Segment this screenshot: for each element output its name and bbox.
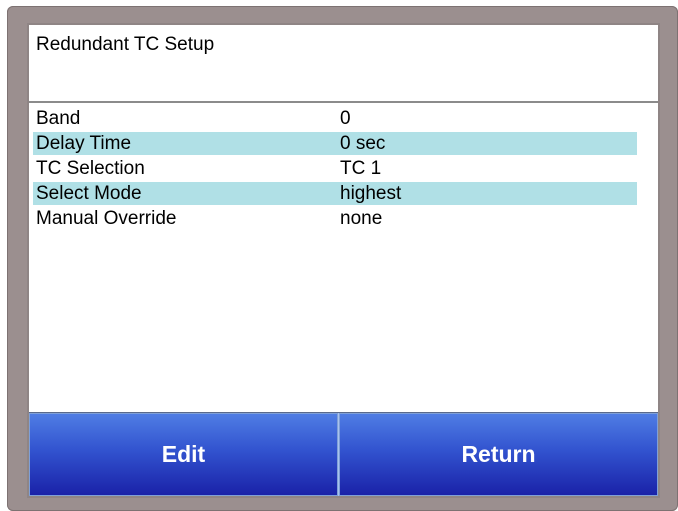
settings-list: Band 0 Delay Time 0 sec TC Selection TC … [29,105,658,412]
setting-row-manual-override[interactable]: Manual Override none [33,207,637,230]
title-panel: Redundant TC Setup [29,25,658,103]
setting-row-select-mode[interactable]: Select Mode highest [33,182,637,205]
setting-label: Select Mode [36,183,142,204]
setting-value: none [340,208,383,229]
setting-value: 0 sec [340,133,386,154]
setting-label: Band [36,108,81,129]
setting-label: TC Selection [36,158,145,179]
button-bar: Edit Return [29,412,658,496]
setting-row-tc-selection[interactable]: TC Selection TC 1 [33,157,637,180]
screen: Redundant TC Setup Band 0 Delay Time 0 s… [27,23,660,498]
edit-button[interactable]: Edit [29,413,338,496]
setting-value: TC 1 [340,158,382,179]
setting-value: 0 [340,108,351,129]
page-title: Redundant TC Setup [36,34,215,55]
return-button[interactable]: Return [339,413,658,496]
setting-label: Delay Time [36,133,132,154]
setting-row-band[interactable]: Band 0 [33,107,637,130]
setting-value: highest [340,183,402,204]
setting-row-delay-time[interactable]: Delay Time 0 sec [33,132,637,155]
setting-label: Manual Override [36,208,177,229]
